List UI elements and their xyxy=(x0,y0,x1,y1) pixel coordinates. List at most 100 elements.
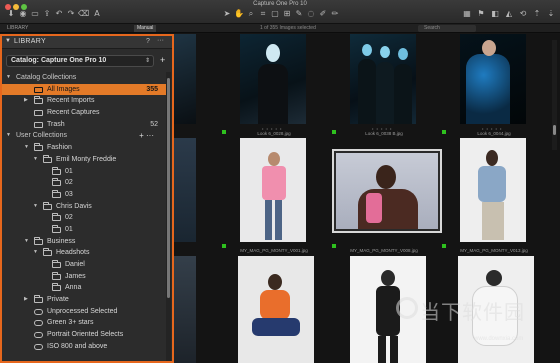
thumbnail[interactable] xyxy=(240,34,306,124)
disclosure-open-icon[interactable]: ▼ xyxy=(24,142,29,154)
folder-icon xyxy=(52,271,61,280)
thumbnail-partial[interactable] xyxy=(174,256,196,363)
disclosure-open-icon[interactable]: ▼ xyxy=(33,247,38,259)
tree-item-james[interactable]: James xyxy=(2,271,166,283)
chevron-updown-icon: ⇕ xyxy=(144,58,150,64)
disclosure-open-icon[interactable]: ▼ xyxy=(24,236,29,248)
thumbnail-selected[interactable] xyxy=(336,153,438,229)
library-scrollbar[interactable] xyxy=(166,72,171,361)
grid-view-icon[interactable]: ▦ xyxy=(462,9,472,19)
catalog-select[interactable]: Catalog: Capture One Pro 10 ⇕ xyxy=(6,55,154,67)
compare-icon[interactable]: ◧ xyxy=(490,9,500,19)
tree-item-label: 01 xyxy=(65,225,73,233)
folder-icon xyxy=(52,260,61,268)
tree-item-02[interactable]: 02 xyxy=(2,177,166,189)
trash-icon[interactable]: ⌫ xyxy=(78,9,89,19)
tree-item-recent-captures[interactable]: Recent Captures xyxy=(2,107,166,119)
tree-item-business[interactable]: ▼ Business xyxy=(2,236,166,248)
album-icon xyxy=(34,121,43,128)
camera-icon[interactable]: ◉ xyxy=(18,9,28,19)
color-tag-badge[interactable] xyxy=(222,130,226,134)
disclosure-closed-icon[interactable]: ▶ xyxy=(24,95,28,107)
tree-item-green-3-stars[interactable]: Green 3+ stars xyxy=(2,317,166,329)
thumbnail-partial[interactable] xyxy=(174,138,196,242)
library-tab[interactable]: LIBRARY xyxy=(4,25,31,32)
redo-icon[interactable]: ↷ xyxy=(66,9,76,19)
crop-icon[interactable]: ⌗ xyxy=(258,9,268,19)
color-tag-badge[interactable] xyxy=(332,130,336,134)
tree-item-anna[interactable]: Anna xyxy=(2,282,166,294)
keystone-icon[interactable]: ⊞ xyxy=(282,9,292,19)
tree-item-unprocessed-selected[interactable]: Unprocessed Selected xyxy=(2,306,166,318)
folder-icon xyxy=(34,295,43,304)
exposure-warning-icon[interactable]: ◭ xyxy=(504,9,514,19)
section-user-collections[interactable]: ▼ User Collections + ··· xyxy=(2,130,166,142)
apply-adjustments-icon[interactable]: ⇣ xyxy=(546,9,556,19)
disclosure-open-icon[interactable]: ▼ xyxy=(33,154,38,166)
help-icon[interactable]: ? xyxy=(146,38,150,45)
tree-item-trash[interactable]: Trash 52 xyxy=(2,119,166,131)
tree-item-01[interactable]: 01 xyxy=(2,224,166,236)
tree-item-01[interactable]: 01 xyxy=(2,166,166,178)
watermark-logo xyxy=(396,297,418,319)
copy-adjustments-icon[interactable]: ⇡ xyxy=(532,9,542,19)
disclosure-open-icon[interactable]: ▼ xyxy=(33,201,38,213)
more-options-icon[interactable]: ··· xyxy=(157,37,164,44)
browser-scrollbar-thumb[interactable] xyxy=(553,125,556,135)
thumbnail[interactable] xyxy=(460,34,526,124)
color-tag-badge[interactable] xyxy=(222,244,226,248)
proof-icon[interactable]: ⚑ xyxy=(476,9,486,19)
color-tag-badge[interactable] xyxy=(442,130,446,134)
collapse-icon[interactable]: ▼ xyxy=(5,38,11,44)
tree-item-emil-monty-freddie[interactable]: ▼ Emil Monty Freddie xyxy=(2,154,166,166)
tree-item-fashion[interactable]: ▼ Fashion xyxy=(2,142,166,154)
browser-scrollbar[interactable] xyxy=(552,40,557,150)
manual-tab[interactable]: Manual xyxy=(134,25,157,32)
tree-item-headshots[interactable]: ▼ Headshots xyxy=(2,247,166,259)
section-catalog-collections[interactable]: ▼ Catalog Collections xyxy=(2,72,166,84)
reset-icon[interactable]: ⟲ xyxy=(518,9,528,19)
thumbnail[interactable] xyxy=(460,138,526,242)
tree-item-iso-800-and-above[interactable]: ISO 800 and above xyxy=(2,341,166,353)
library-scrollbar-thumb[interactable] xyxy=(167,78,170,298)
folder-icon xyxy=(52,166,61,175)
spot-removal-icon[interactable]: ◌ xyxy=(306,9,316,19)
window-title: Capture One Pro 10 xyxy=(253,1,307,7)
import-icon[interactable]: ⬇ xyxy=(6,9,16,19)
text-icon[interactable]: A xyxy=(92,9,102,19)
tree-item-02[interactable]: 02 xyxy=(2,212,166,224)
annotate-icon[interactable]: ✏ xyxy=(330,9,340,19)
pan-tool-icon[interactable]: ✋ xyxy=(234,9,244,19)
mask-brush-icon[interactable]: ✎ xyxy=(294,9,304,19)
thumbnail[interactable] xyxy=(240,138,306,242)
tree-item-recent-imports[interactable]: ▶ Recent Imports xyxy=(2,95,166,107)
export-icon[interactable]: ⇪ xyxy=(42,9,52,19)
disclosure-closed-icon[interactable]: ▶ xyxy=(24,294,28,306)
color-tag-badge[interactable] xyxy=(442,244,446,248)
tree-item-private[interactable]: ▶ Private xyxy=(2,294,166,306)
loupe-icon[interactable]: ⌕ xyxy=(246,9,256,19)
cursor-icon[interactable]: ➤ xyxy=(222,9,232,19)
color-tag-badge[interactable] xyxy=(332,244,336,248)
add-catalog-button[interactable]: + xyxy=(160,55,165,65)
disclosure-open-icon[interactable]: ▼ xyxy=(6,72,11,84)
search-field[interactable]: Search xyxy=(418,25,476,32)
add-collection-icon[interactable]: + ··· xyxy=(139,130,154,142)
folder-icon xyxy=(43,201,52,210)
undo-icon[interactable]: ↶ xyxy=(54,9,64,19)
thumbnail[interactable] xyxy=(350,34,416,124)
watermark-text: 当下软件园 xyxy=(420,300,525,324)
disclosure-open-icon[interactable]: ▼ xyxy=(6,130,11,142)
tree-item-all-images[interactable]: All Images 355 xyxy=(2,83,166,96)
straighten-icon[interactable]: ▢ xyxy=(270,9,280,19)
thumbnail[interactable] xyxy=(238,256,314,363)
thumbnail-partial[interactable] xyxy=(174,34,196,124)
tree-item-portrait-oriented-selects[interactable]: Portrait Oriented Selects xyxy=(2,329,166,341)
tree-item-chris-davis[interactable]: ▼ Chris Davis xyxy=(2,201,166,213)
tree-item-03[interactable]: 03 xyxy=(2,189,166,201)
thumbnail-filename: MY_MAG_PG_MONTY_V008.jpg xyxy=(350,248,418,253)
tree-item-daniel[interactable]: Daniel xyxy=(2,259,166,271)
picker-icon[interactable]: ✐ xyxy=(318,9,328,19)
folder-icon[interactable]: ▭ xyxy=(30,9,40,19)
item-count: 355 xyxy=(146,85,158,93)
